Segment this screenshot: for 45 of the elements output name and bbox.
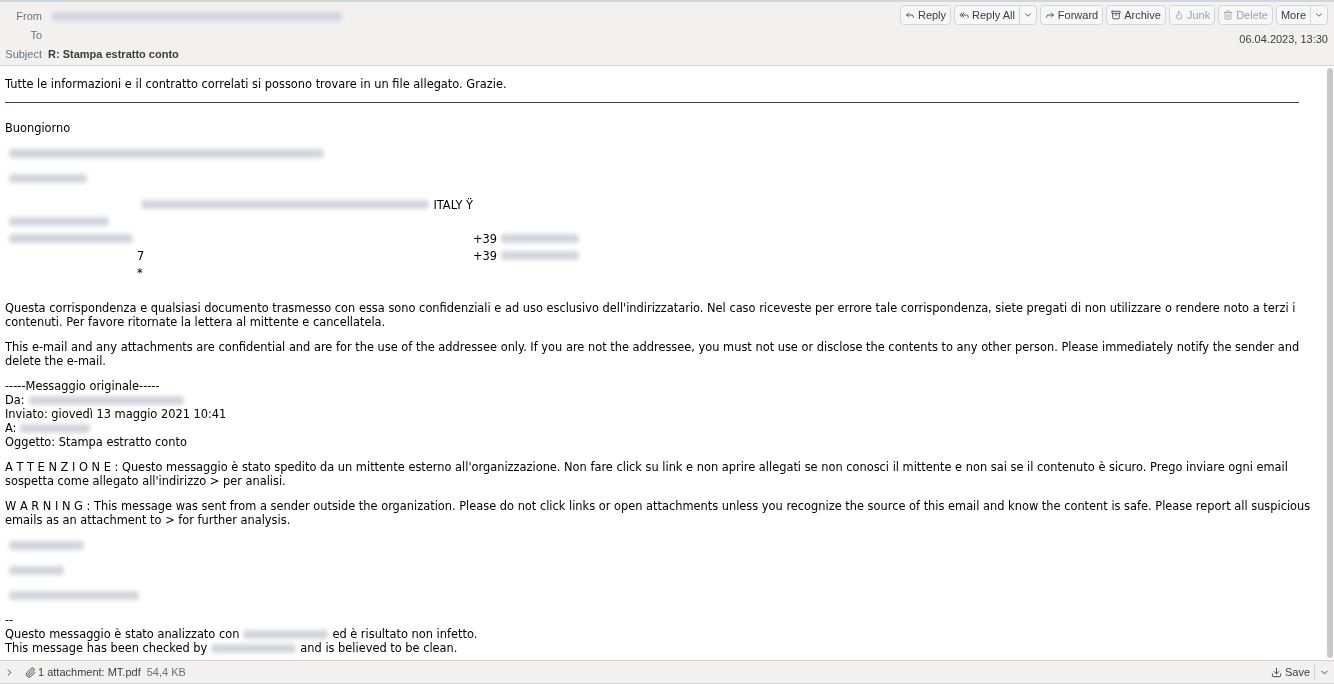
field-label: From xyxy=(15,9,42,25)
message-date: 06.04.2023, 13:30 xyxy=(1239,32,1328,47)
text: and is believed to be clean. xyxy=(300,641,458,655)
text: +39 xyxy=(473,248,498,263)
scrollbar[interactable] xyxy=(1327,68,1333,658)
button-icon xyxy=(1044,10,1055,20)
body-text: This e-mail and any attachments are confidential and are for the use of the addressee only. If you are not the addressee, you must not use or disclose the contents to any other person. Please immediately notify the sender and delete the e-mail. xyxy=(5,340,1301,368)
text: ITALY Ÿ xyxy=(433,197,473,212)
body-text: Buongiorno xyxy=(5,121,72,135)
body-text: W A R N I N G : This message was sent from a sender outside the organization. Please do not click links or open attachments unless you recognize the source of this email and know the content is safe. Please report all suspicious emails as an attachment to > for further analysis. xyxy=(5,499,1312,527)
redacted-text xyxy=(20,423,91,433)
text: 7 xyxy=(137,248,145,263)
body-text: -- xyxy=(5,613,15,627)
toolbar-button[interactable]: Forward xyxy=(1039,5,1104,25)
download-icon xyxy=(1270,666,1282,678)
body-text: -----Messaggio originale----- xyxy=(5,379,161,393)
toolbar-button[interactable]: Archive xyxy=(1106,5,1166,25)
subject-text: R: Stampa estratto conto xyxy=(48,47,179,63)
body-text: Questa corrispondenza e qualsiasi documento trasmesso con essa sono confidenziali e ad uso esclusivo dell'indirizzatario. Nel caso riceveste per errore tale corrispondenza, siete pregati di non utilizzare o rendere noto a terzi i contenuti. Per favore ritornate la lettera al mittente e cancellatela. xyxy=(5,301,1297,329)
text: A: xyxy=(5,421,17,435)
button-icon xyxy=(1223,10,1234,20)
button-icon xyxy=(904,10,915,20)
text: +39 xyxy=(473,231,498,246)
attachment-size: 54,4 KB xyxy=(146,664,186,680)
toolbar-button[interactable]: Reply All xyxy=(954,5,1037,25)
field-label: To xyxy=(29,28,42,44)
body-text: Tutte le informazioni e il contratto correlati si possono trovare in un file allegato. Grazie. xyxy=(5,77,508,91)
toolbar-button[interactable]: More xyxy=(1275,5,1328,25)
save-button[interactable]: Save xyxy=(1266,663,1315,681)
button-icon xyxy=(1173,10,1184,20)
text: Da: xyxy=(5,393,25,407)
text: * xyxy=(137,265,143,280)
redacted-text xyxy=(9,565,64,575)
text: This message has been checked by xyxy=(5,641,208,655)
field-label: Subject xyxy=(4,47,42,63)
text: Questo messaggio è stato analizzato con xyxy=(5,627,240,641)
toolbar-button[interactable]: Reply xyxy=(899,5,952,25)
button-icon xyxy=(959,10,970,20)
body-text: A T T E N Z I O N E : Questo messaggio è stato spedito da un mittente esterno all'organizzazione. Non fare click su link e non aprire allegati se non conosci il mittente e non sai se il contenuto è sicuro. Prego inviare ogni email sospetta come allegato all'indirizzo > per analisi. xyxy=(5,460,1289,488)
text: ed è risultato non infetto. xyxy=(332,627,478,641)
body-text: Oggetto: Stampa estratto conto xyxy=(5,435,188,449)
body-text: Inviato: giovedì 13 maggio 2021 10:41 xyxy=(5,407,228,421)
paperclip-icon xyxy=(25,666,36,678)
attachment-summary[interactable]: 1 attachment: MT.pdf xyxy=(38,663,141,681)
button-icon xyxy=(1111,10,1122,20)
